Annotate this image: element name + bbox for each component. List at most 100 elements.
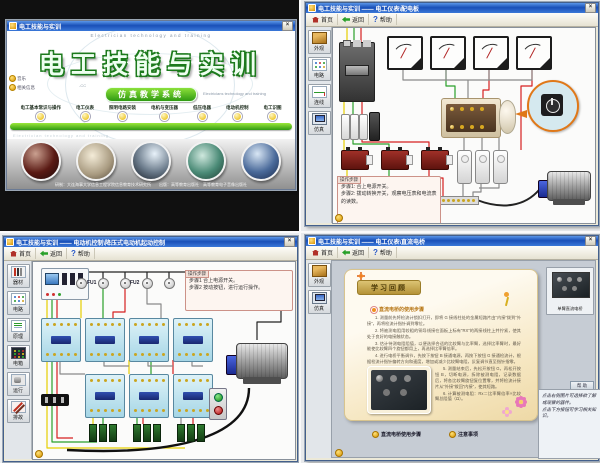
tools-icon xyxy=(11,266,26,278)
op-steps-tab: 操作步骤 xyxy=(185,270,209,278)
help-label: 帮助 xyxy=(380,248,392,257)
step-3: 3. 估计待测电阻阻值，以便选择合适的比较臂与比率臂，选择比率臂时，最好能使比较… xyxy=(367,341,521,353)
knife-switch[interactable] xyxy=(41,394,69,406)
sidebar-item-appearance[interactable]: 外观 xyxy=(308,263,331,287)
app-icon xyxy=(9,22,17,30)
link-precautions[interactable]: 注意事项 xyxy=(449,431,478,438)
rotary-knob[interactable] xyxy=(499,100,516,134)
fuse-4[interactable] xyxy=(142,278,153,289)
fuse-2[interactable] xyxy=(350,114,359,140)
start-button[interactable] xyxy=(214,393,223,402)
menu-item-instruments[interactable]: 电工仪表 xyxy=(76,105,94,121)
fuse-1[interactable] xyxy=(341,114,350,140)
sidebar-item-simulation[interactable]: 仿真 xyxy=(308,111,331,135)
menu-dot-icon xyxy=(36,112,45,121)
menu-item-lv-apparatus[interactable]: 低压电器 xyxy=(193,105,211,121)
step-5: 5. 测量结束后，先松开按钮 G，再松开按钮 B，切断电源，拆除被测电阻，记录数… xyxy=(435,366,521,390)
coil-8 xyxy=(187,424,195,442)
sidebar-item-appearance[interactable]: 外观 xyxy=(308,30,331,54)
menu-item-drawings[interactable]: 电工识图 xyxy=(264,105,282,121)
knob-dial xyxy=(546,99,560,113)
menu-item-motor-control[interactable]: 电动机控制 xyxy=(226,105,249,121)
sidebar-label: 仿真 xyxy=(314,126,324,133)
sidebar-item-simulation[interactable]: 仿真 xyxy=(308,290,331,314)
sidebar-label: 运行 xyxy=(13,387,23,394)
home-button[interactable]: 首页 xyxy=(308,247,338,258)
breaker-handle[interactable] xyxy=(345,65,369,76)
sidebar-item-circuit[interactable]: 电路 xyxy=(308,57,331,81)
sidebar-item-run[interactable]: 运行 xyxy=(7,372,30,396)
fault-icon xyxy=(11,401,26,413)
home-label: 首页 xyxy=(321,248,333,257)
sound-icon[interactable] xyxy=(335,449,343,457)
link-usage-steps[interactable]: 直流电桥使用步骤 xyxy=(372,431,421,438)
help-button[interactable]: ?帮助 xyxy=(369,14,397,25)
fuse-5[interactable] xyxy=(164,278,175,289)
analog-meter-1 xyxy=(387,36,423,70)
close-icon[interactable]: × xyxy=(585,236,596,246)
flower-icon xyxy=(359,274,363,278)
rotary-terminals-top xyxy=(450,107,454,111)
close-icon[interactable]: × xyxy=(585,3,596,13)
back-label: 返回 xyxy=(50,249,62,258)
photo-wires xyxy=(21,141,61,181)
link-dot-icon xyxy=(372,431,379,438)
menu-item-motors-transformers[interactable]: 电机与变压器 xyxy=(151,105,178,121)
sidebar-item-circuit[interactable]: 电路 xyxy=(7,291,30,315)
neutral-fuse[interactable] xyxy=(369,112,380,141)
contactor-terminals xyxy=(90,353,93,356)
toolbar: 首页 返回 ?帮助 xyxy=(306,246,598,260)
menu-item-basics[interactable]: 电工基本常识与操作 xyxy=(21,105,62,121)
stop-button[interactable] xyxy=(214,406,223,415)
wiring-icon xyxy=(312,86,327,98)
sidebar-item-troubleshoot[interactable]: 排故 xyxy=(7,399,30,423)
rotary-terminals-bottom xyxy=(450,125,454,129)
help-button[interactable]: ?帮助 xyxy=(369,247,397,258)
sidebar-label: 外观 xyxy=(314,45,324,52)
main-menu: 电工基本常识与操作 电工仪表 照明电路安装 电机与变压器 低压电器 电动机控制 … xyxy=(13,105,289,121)
breaker-toggles[interactable] xyxy=(62,273,67,285)
sidebar-item-wiring[interactable]: 连线 xyxy=(308,84,331,108)
meter-corner xyxy=(539,57,551,69)
info-link[interactable]: 相关信息 xyxy=(9,84,35,91)
device-thumbnail-card[interactable]: 单臂直流电桥 xyxy=(546,267,594,315)
sidebar-item-panel-box[interactable]: 电箱 xyxy=(7,345,30,369)
close-icon[interactable]: × xyxy=(284,237,295,247)
app-icon xyxy=(308,237,316,245)
close-icon[interactable]: × xyxy=(282,21,293,31)
home-button[interactable]: 首页 xyxy=(308,14,338,25)
fuse-2[interactable] xyxy=(98,278,109,289)
fuse-3[interactable] xyxy=(359,114,368,140)
help-button[interactable]: ?帮助 xyxy=(67,248,95,259)
sidebar-item-principle[interactable]: 原理 xyxy=(7,318,30,342)
rotary-selector-switch[interactable] xyxy=(441,98,501,138)
sound-icon[interactable] xyxy=(35,450,43,458)
sidebar-item-equipment[interactable]: 器材 xyxy=(7,264,30,288)
sound-icon[interactable] xyxy=(335,214,343,222)
simulation-canvas: 操作步骤 步骤1: 合上电源开关。 步骤2: 拨动转换开关，观察电压表和电流表的… xyxy=(332,27,596,224)
contactor-terminals xyxy=(134,379,137,382)
coil-7 xyxy=(177,424,185,442)
analog-meter-3 xyxy=(473,36,509,70)
back-button[interactable]: 返回 xyxy=(338,14,369,25)
music-link[interactable]: 音乐 xyxy=(9,75,35,82)
fuse-1[interactable] xyxy=(76,278,87,289)
contactor-terminals xyxy=(134,353,137,356)
circuit-icon xyxy=(11,293,26,305)
pushbutton-station xyxy=(209,388,227,420)
green-band xyxy=(10,123,292,130)
meter-scale xyxy=(478,42,503,64)
magnifier-pointer xyxy=(515,110,527,118)
menu-label: 电机与变压器 xyxy=(151,105,178,111)
meter-corner xyxy=(496,57,508,69)
menu-item-lighting[interactable]: 照明电路安装 xyxy=(109,105,136,121)
circuit-breaker[interactable] xyxy=(339,42,375,102)
back-button[interactable]: 返回 xyxy=(36,248,67,259)
relay-window xyxy=(461,155,469,163)
home-label: 首页 xyxy=(321,15,333,24)
question-icon: ? xyxy=(71,250,76,257)
motor-body xyxy=(547,171,591,201)
back-button[interactable]: 返回 xyxy=(338,247,369,258)
relay-1 xyxy=(457,150,472,184)
home-button[interactable]: 首页 xyxy=(6,248,36,259)
